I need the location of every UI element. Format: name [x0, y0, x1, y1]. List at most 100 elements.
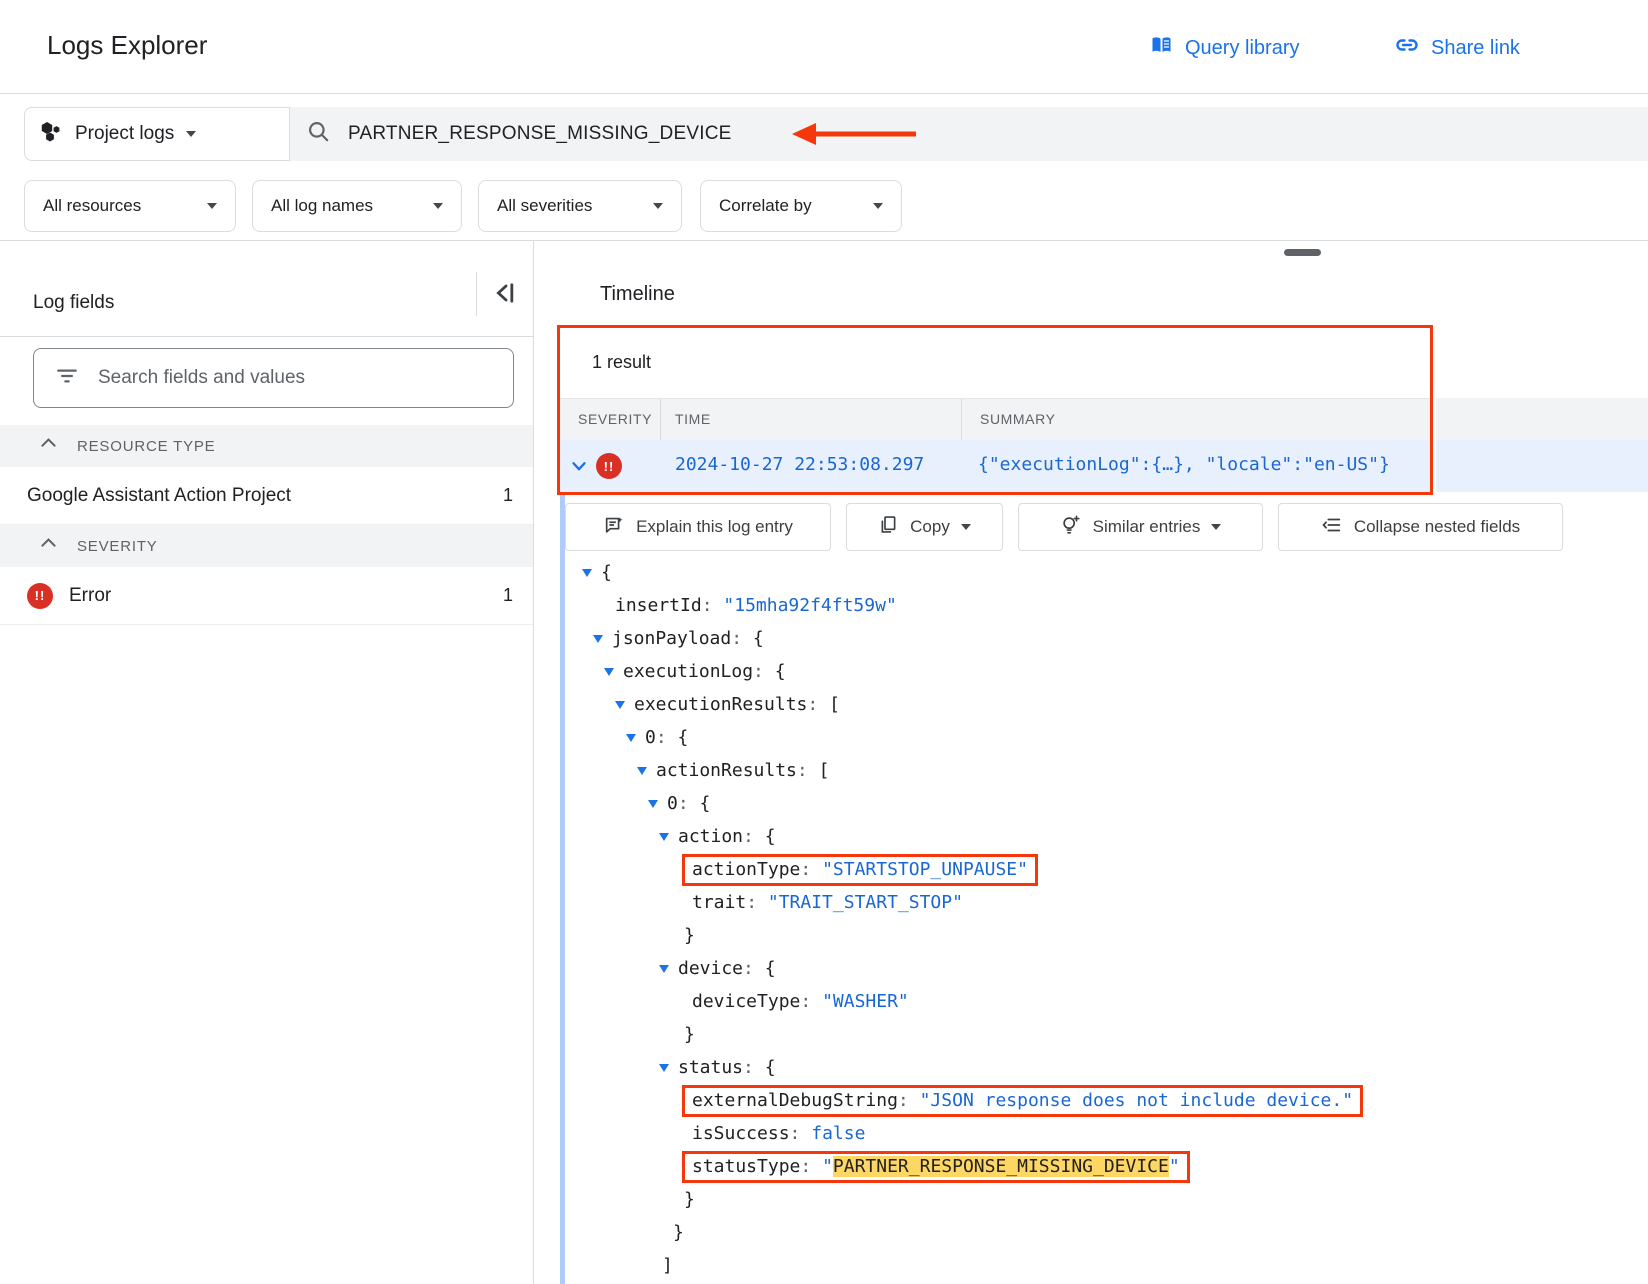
- json-key: device: [678, 958, 743, 979]
- json-key: actionType: [692, 859, 800, 880]
- section-resource-type[interactable]: RESOURCE TYPE: [0, 425, 533, 467]
- annotation-box: actionType: "STARTSTOP_UNPAUSE": [682, 854, 1038, 886]
- column-divider: [660, 399, 661, 441]
- json-key: externalDebugString: [692, 1090, 898, 1111]
- json-key: jsonPayload: [612, 628, 731, 649]
- expand-triangle-icon[interactable]: [582, 569, 592, 577]
- similar-entries-button[interactable]: Similar entries: [1018, 503, 1263, 551]
- logs-explorer-app: Logs Explorer Query library Share link P…: [0, 0, 1648, 1284]
- button-label: Copy: [910, 517, 950, 537]
- json-key: actionResults: [656, 760, 797, 781]
- divider: [0, 336, 533, 337]
- annotation-box: statusType: "PARTNER_RESPONSE_MISSING_DE…: [682, 1151, 1190, 1183]
- json-line: status: {: [540, 1051, 1644, 1084]
- json-value: "STARTSTOP_UNPAUSE": [822, 859, 1028, 880]
- query-library-label: Query library: [1185, 37, 1299, 60]
- sidebar-divider: [533, 241, 534, 1284]
- json-value: false: [811, 1123, 865, 1144]
- json-line: executionLog: {: [540, 655, 1644, 688]
- link-icon: [1393, 33, 1421, 63]
- results-table-header: SEVERITY TIME SUMMARY: [560, 398, 1430, 440]
- query-library-button[interactable]: Query library: [1148, 33, 1299, 63]
- json-line: jsonPayload: {: [540, 622, 1644, 655]
- annotation-box: externalDebugString: "JSON response does…: [682, 1085, 1363, 1117]
- expand-triangle-icon[interactable]: [593, 635, 603, 643]
- expand-triangle-icon[interactable]: [637, 767, 647, 775]
- expand-triangle-icon[interactable]: [659, 833, 669, 841]
- col-summary: SUMMARY: [980, 411, 1056, 427]
- section-severity[interactable]: SEVERITY: [0, 525, 533, 567]
- json-key: trait: [692, 892, 746, 913]
- button-label: Similar entries: [1093, 517, 1201, 537]
- highlighted-match: PARTNER_RESPONSE_MISSING_DEVICE: [833, 1156, 1169, 1177]
- log-entry-json: { insertId: "15mha92f4ft59w" jsonPayload…: [540, 556, 1644, 1282]
- json-line: }: [540, 919, 1644, 952]
- fields-search-input[interactable]: Search fields and values: [33, 348, 514, 408]
- button-label: Collapse nested fields: [1354, 517, 1520, 537]
- expand-triangle-icon[interactable]: [648, 800, 658, 808]
- logging-icon: [39, 120, 63, 149]
- timeline-title: Timeline: [600, 283, 675, 306]
- json-line: trait: "TRAIT_START_STOP": [540, 886, 1644, 919]
- chevron-down-icon: [961, 524, 971, 530]
- json-line: }: [540, 1183, 1644, 1216]
- filter-label: Correlate by: [719, 196, 812, 216]
- expand-triangle-icon[interactable]: [659, 1064, 669, 1072]
- expand-triangle-icon[interactable]: [604, 668, 614, 676]
- chevron-down-icon[interactable]: [568, 455, 590, 482]
- json-line: insertId: "15mha92f4ft59w": [540, 589, 1644, 622]
- expand-triangle-icon[interactable]: [615, 701, 625, 709]
- log-scope-selector[interactable]: Project logs: [24, 107, 290, 161]
- filter-correlate-by[interactable]: Correlate by: [700, 180, 902, 232]
- json-line: }: [540, 1018, 1644, 1051]
- json-line: 0: {: [540, 721, 1644, 754]
- resource-name: Google Assistant Action Project: [27, 485, 503, 507]
- copy-button[interactable]: Copy: [846, 503, 1003, 551]
- expanded-entry-indicator-bar: [560, 443, 565, 1284]
- json-key: 0: [645, 727, 656, 748]
- chevron-down-icon: [873, 203, 883, 209]
- filter-label: All severities: [497, 196, 592, 216]
- json-line: {: [540, 556, 1644, 589]
- json-key: action: [678, 826, 743, 847]
- filter-label: All log names: [271, 196, 373, 216]
- json-value: "WASHER": [822, 991, 909, 1012]
- severity-name: Error: [69, 585, 111, 607]
- json-key: status: [678, 1057, 743, 1078]
- chevron-up-icon: [38, 533, 59, 559]
- filter-label: All resources: [43, 196, 141, 216]
- filter-all-log-names[interactable]: All log names: [252, 180, 462, 232]
- copy-icon: [878, 514, 899, 540]
- divider: [476, 272, 477, 316]
- expand-triangle-icon[interactable]: [626, 734, 636, 742]
- page-title: Logs Explorer: [47, 30, 207, 61]
- search-icon: [306, 119, 332, 150]
- query-search-input[interactable]: PARTNER_RESPONSE_MISSING_DEVICE: [290, 107, 1648, 161]
- query-panel-drag-handle[interactable]: [1284, 249, 1321, 256]
- json-key: executionResults: [634, 694, 807, 715]
- share-link-button[interactable]: Share link: [1393, 33, 1520, 63]
- results-annotation-box: 1 result SEVERITY TIME SUMMARY !! 2024-1…: [557, 325, 1433, 495]
- column-divider: [961, 399, 962, 441]
- book-icon: [1148, 33, 1175, 63]
- explain-log-entry-button[interactable]: Explain this log entry: [565, 503, 831, 551]
- divider: [0, 240, 1648, 241]
- result-row-extension[interactable]: [1436, 440, 1648, 492]
- expand-triangle-icon[interactable]: [659, 965, 669, 973]
- log-entry-row[interactable]: !! 2024-10-27 22:53:08.297 {"executionLo…: [560, 440, 1430, 492]
- severity-row-error[interactable]: !! Error 1: [0, 567, 533, 625]
- collapse-nested-fields-button[interactable]: Collapse nested fields: [1278, 503, 1563, 551]
- fields-search-placeholder: Search fields and values: [98, 367, 305, 389]
- json-punct: {: [601, 562, 612, 583]
- col-severity: SEVERITY: [578, 411, 652, 427]
- json-line: }: [540, 1216, 1644, 1249]
- json-line: ]: [540, 1249, 1644, 1282]
- resource-row-google-assistant[interactable]: Google Assistant Action Project 1: [0, 467, 533, 525]
- query-text: PARTNER_RESPONSE_MISSING_DEVICE: [348, 123, 732, 145]
- error-severity-icon: !!: [27, 583, 53, 609]
- json-line-actiontype: actionType: "STARTSTOP_UNPAUSE": [540, 853, 1644, 886]
- filter-all-resources[interactable]: All resources: [24, 180, 236, 232]
- section-label: RESOURCE TYPE: [77, 438, 216, 455]
- filter-all-severities[interactable]: All severities: [478, 180, 682, 232]
- collapse-panel-icon[interactable]: [492, 278, 520, 313]
